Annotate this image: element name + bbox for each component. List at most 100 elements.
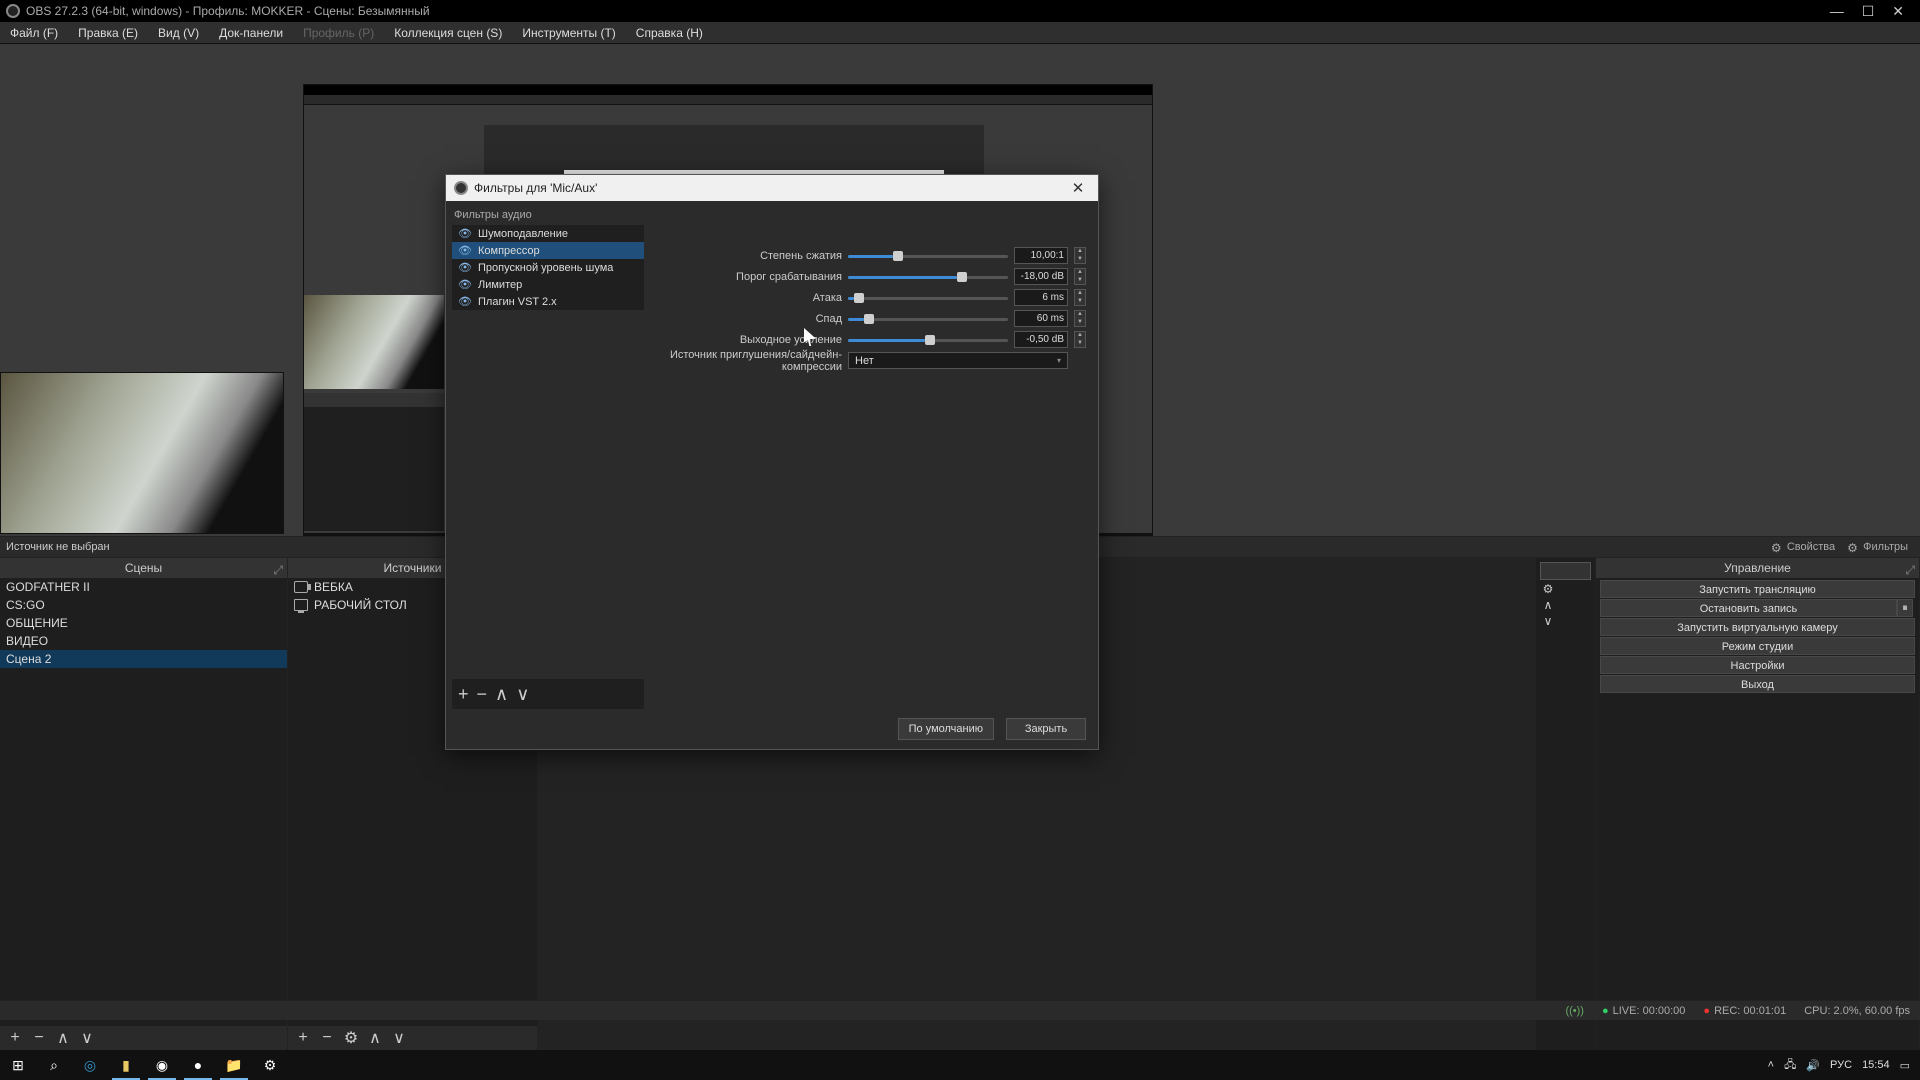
source-down-button[interactable]: ∨ [390,1029,408,1047]
transition-down-button[interactable]: ∨ [1540,614,1556,628]
add-source-button[interactable]: + [294,1029,312,1047]
dialog-close-button[interactable]: ✕ [1066,179,1090,197]
attack-value[interactable]: 6 ms [1014,289,1068,306]
threshold-value[interactable]: -18,00 dB [1014,268,1068,285]
settings-icon[interactable]: ⚙ [252,1050,288,1080]
menu-file[interactable]: Файл (F) [0,22,68,43]
attack-spinner[interactable]: ▲▼ [1074,289,1086,306]
remove-source-button[interactable]: − [318,1029,336,1047]
tray-chevron-icon[interactable]: ˄ [1768,1059,1774,1071]
tray-notifications-icon[interactable]: ▭ [1900,1059,1910,1072]
minimize-button[interactable]: — [1830,3,1844,20]
filter-item[interactable]: 👁Пропускной уровень шума [452,259,644,276]
attack-slider[interactable] [848,295,1008,301]
start-vcam-button[interactable]: Запустить виртуальную камеру [1600,618,1915,636]
transition-settings-button[interactable]: ⚙ [1540,582,1556,596]
filter-list[interactable]: 👁 Шумоподавление 👁Компрессор👁Пропускной ур… [452,225,644,709]
transition-up-button[interactable]: ∧ [1540,598,1556,612]
visibility-icon[interactable]: 👁 [458,227,472,240]
popout-icon[interactable]: ⤢ [1905,560,1915,580]
add-scene-button[interactable]: + [6,1029,24,1047]
transition-select[interactable] [1540,562,1591,580]
visibility-icon[interactable]: 👁 [458,278,472,291]
scene-up-button[interactable]: ∧ [54,1029,72,1047]
gain-slider[interactable] [848,337,1008,343]
edge-icon[interactable]: ◎ [72,1050,108,1080]
source-up-button[interactable]: ∧ [366,1029,384,1047]
filter-up-button[interactable]: ∧ [495,684,508,705]
tray-network-icon[interactable]: 🖧 [1784,1056,1796,1075]
folder-icon[interactable]: 📁 [216,1050,252,1080]
exit-button[interactable]: Выход [1600,675,1915,693]
start-streaming-button[interactable]: Запустить трансляцию [1600,580,1915,598]
tray-volume-icon[interactable]: 🔊 [1806,1059,1820,1072]
threshold-spinner[interactable]: ▲▼ [1074,268,1086,285]
menu-scene-collection[interactable]: Коллекция сцен (S) [384,22,512,43]
ratio-slider[interactable] [848,253,1008,259]
filter-item[interactable]: 👁Плагин VST 2.x [452,293,644,310]
close-dialog-button[interactable]: Закрыть [1006,718,1086,740]
sidechain-select[interactable]: Нет▾ [848,352,1068,369]
defaults-button[interactable]: По умолчанию [898,718,994,740]
ratio-value[interactable]: 10,00:1 [1014,247,1068,264]
menu-profile[interactable]: Профиль (P) [293,22,384,43]
properties-button[interactable]: Свойства [1765,539,1841,555]
menu-tools[interactable]: Инструменты (T) [512,22,625,43]
add-filter-button[interactable]: + [458,684,469,705]
explorer-icon[interactable]: ▮ [108,1050,144,1080]
menu-dock[interactable]: Док-панели [209,22,293,43]
obs-icon[interactable]: ● [180,1050,216,1080]
source-label: ВЕБКА [314,580,353,594]
popout-icon[interactable]: ⤢ [273,560,283,580]
release-spinner[interactable]: ▲▼ [1074,310,1086,327]
menu-view[interactable]: Вид (V) [148,22,209,43]
filters-button[interactable]: Фильтры [1841,539,1914,555]
tray-lang[interactable]: РУС [1830,1059,1852,1071]
scene-down-button[interactable]: ∨ [78,1029,96,1047]
scene-item[interactable]: ОБЩЕНИЕ [0,614,287,632]
pause-icon[interactable]: ⏸ [1897,599,1913,617]
gain-value[interactable]: -0,50 dB [1014,331,1068,348]
menu-edit[interactable]: Правка (E) [68,22,148,43]
release-value[interactable]: 60 ms [1014,310,1068,327]
search-button[interactable]: ⌕ [36,1050,72,1080]
scene-item[interactable]: CS:GO [0,596,287,614]
system-tray[interactable]: ˄ 🖧 🔊 РУС 15:54 ▭ [1768,1056,1920,1075]
scene-item[interactable]: Сцена 2 [0,650,287,668]
obs-icon [454,181,468,195]
gain-spinner[interactable]: ▲▼ [1074,331,1086,348]
release-slider[interactable] [848,316,1008,322]
camera-icon [294,581,308,593]
tray-time[interactable]: 15:54 [1862,1059,1890,1071]
filter-down-button[interactable]: ∨ [516,684,529,705]
source-label: РАБОЧИЙ СТОЛ [314,598,407,612]
source-settings-button[interactable]: ⚙ [342,1029,360,1047]
window-title: OBS 27.2.3 (64-bit, windows) - Профиль: … [26,4,1830,18]
studio-mode-button[interactable]: Режим студии [1600,637,1915,655]
chrome-icon[interactable]: ◉ [144,1050,180,1080]
live-status: LIVE: 00:00:00 [1602,1005,1685,1017]
visibility-icon[interactable]: 👁 [458,295,472,308]
filter-label: Шумоподавление [478,228,568,240]
remove-filter-button[interactable]: − [477,684,488,705]
filter-item[interactable]: 👁Компрессор [452,242,644,259]
ratio-spinner[interactable]: ▲▼ [1074,247,1086,264]
close-button[interactable]: ✕ [1892,3,1904,20]
scenes-list[interactable]: GODFATHER IICS:GOОБЩЕНИЕВИДЕОСцена 2 [0,578,287,1026]
filter-item[interactable]: 👁Лимитер [452,276,644,293]
scene-item[interactable]: GODFATHER II [0,578,287,596]
filter-item[interactable]: 👁 Шумоподавление [452,225,644,242]
controls-panel: Управление⤢ Запустить трансляцию Останов… [1596,558,1920,1050]
signal-icon: ((•)) [1565,1005,1584,1017]
visibility-icon[interactable]: 👁 [458,261,472,274]
webcam-preview [0,372,284,534]
menu-help[interactable]: Справка (H) [626,22,713,43]
start-button[interactable]: ⊞ [0,1050,36,1080]
stop-recording-button[interactable]: Остановить запись⏸ [1600,599,1897,617]
scene-item[interactable]: ВИДЕО [0,632,287,650]
visibility-icon[interactable]: 👁 [458,244,472,257]
remove-scene-button[interactable]: − [30,1029,48,1047]
threshold-slider[interactable] [848,274,1008,280]
maximize-button[interactable]: ☐ [1862,3,1875,20]
settings-button[interactable]: Настройки [1600,656,1915,674]
